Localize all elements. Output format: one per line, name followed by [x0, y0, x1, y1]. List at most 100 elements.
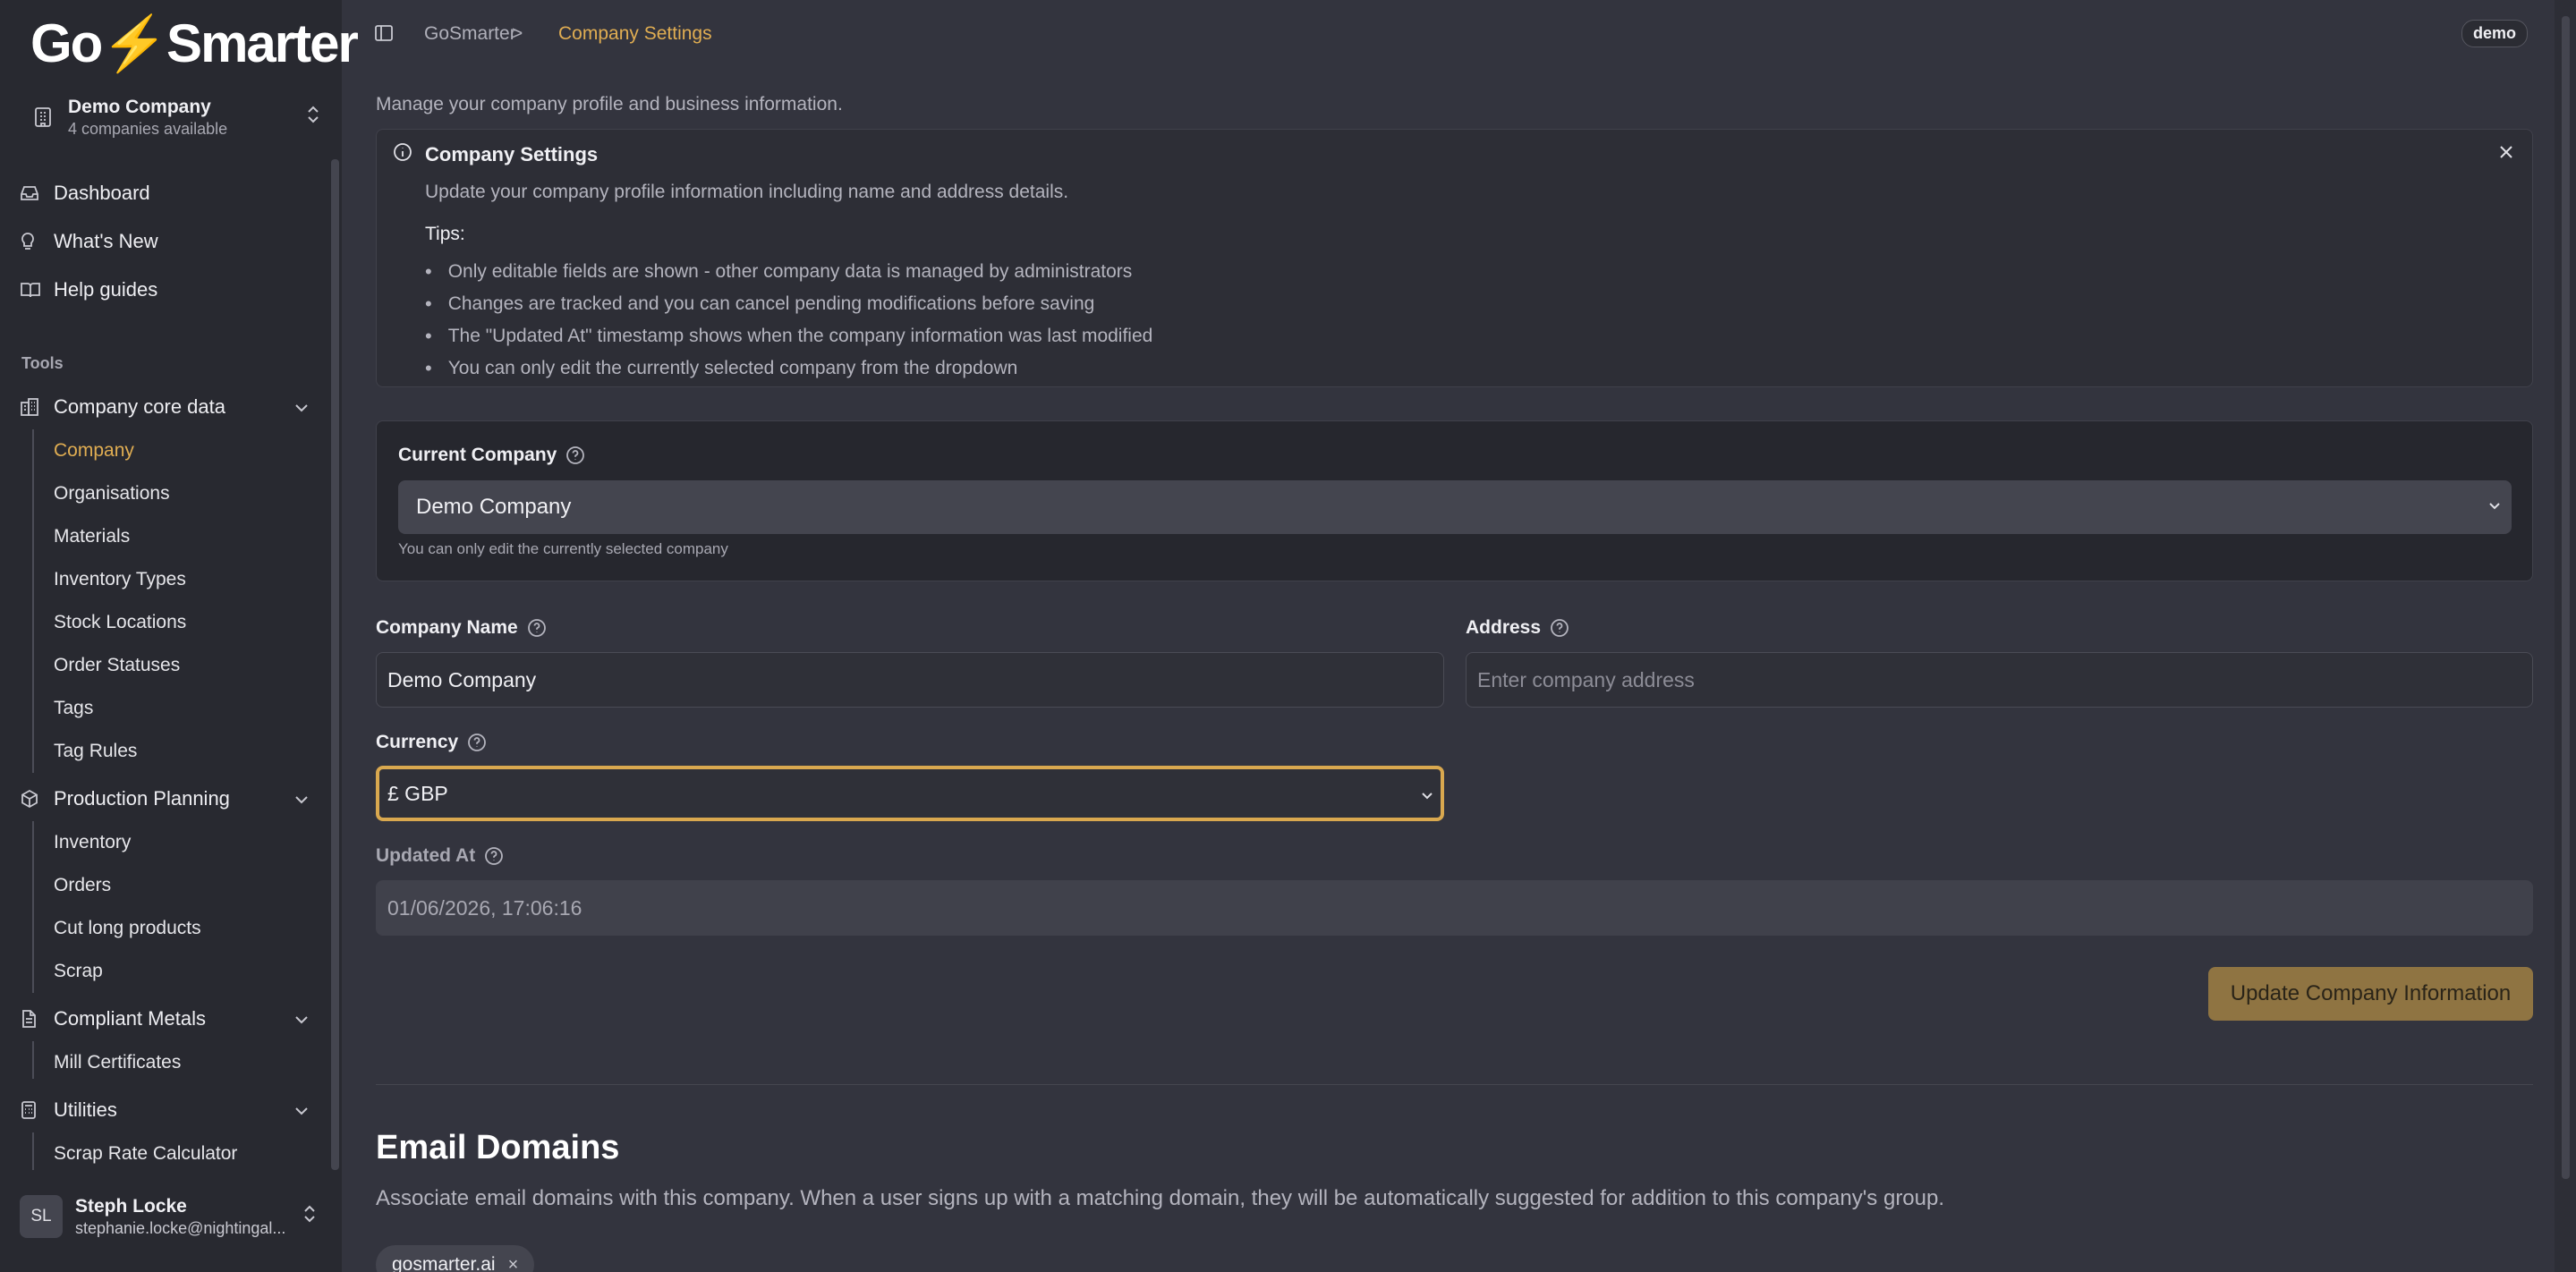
submenu-line [32, 821, 34, 993]
email-domains-title: Email Domains [376, 1129, 620, 1166]
submenu-line [32, 429, 34, 773]
chevron-down-icon [293, 395, 315, 419]
submenu-line [32, 1041, 34, 1079]
remove-domain-icon[interactable]: × [508, 1255, 519, 1272]
sidebar-item-label: Help guides [54, 278, 158, 301]
tips-list: Only editable fields are shown - other c… [425, 256, 1153, 385]
sidebar-item-tag-rules[interactable]: Tag Rules [54, 735, 137, 767]
sidebar-group-label: Compliant Metals [54, 1007, 206, 1030]
chevron-down-icon [293, 787, 315, 810]
building-icon [20, 397, 54, 417]
building-icon [18, 106, 68, 128]
current-company-select[interactable]: Demo Company [398, 480, 2512, 534]
sidebar-group-label: Company core data [54, 395, 225, 418]
company-switcher[interactable]: Demo Company 4 companies available [18, 89, 327, 145]
scrollbar-thumb[interactable] [2562, 16, 2570, 1179]
user-name: Steph Locke [75, 1195, 187, 1217]
help-circle-icon[interactable] [1550, 618, 1569, 638]
sidebar-item-dashboard[interactable]: Dashboard [20, 175, 150, 211]
sidebar-scrollbar[interactable] [331, 159, 339, 1170]
tip-item: Only editable fields are shown - other c… [425, 256, 1152, 288]
address-input[interactable]: Enter company address [1466, 652, 2533, 708]
gosmarter-logo[interactable]: Go⚡Smarter [30, 13, 359, 75]
tip-item: The "Updated At" timestamp shows when th… [425, 320, 1153, 352]
chevron-down-icon [1419, 786, 1435, 811]
tips-label: Tips: [425, 224, 465, 244]
email-domains-description: Associate email domains with this compan… [376, 1186, 1945, 1210]
info-panel-description: Update your company profile information … [425, 182, 1069, 202]
inbox-icon [20, 184, 54, 202]
help-circle-icon[interactable] [484, 846, 504, 866]
breadcrumb-current: Company Settings [558, 23, 712, 44]
sidebar-item-inventory-types[interactable]: Inventory Types [54, 564, 186, 596]
info-panel-title: Company Settings [425, 143, 599, 165]
sidebar-group-compliant-metals[interactable]: Compliant Metals [20, 1001, 315, 1037]
avatar: SL [20, 1195, 63, 1238]
sidebar-toggle-icon[interactable] [374, 23, 394, 48]
sidebar-item-help-guides[interactable]: Help guides [20, 272, 157, 308]
sidebar-item-tags[interactable]: Tags [54, 692, 93, 725]
breadcrumb-root[interactable]: GoSmarter [424, 23, 516, 45]
sidebar-item-scrap-rate-calculator[interactable]: Scrap Rate Calculator [54, 1138, 237, 1170]
environment-badge: demo [2461, 20, 2528, 47]
current-company-select-value: Demo Company [416, 495, 572, 519]
chevrons-up-down-icon [300, 104, 327, 131]
top-bar: GoSmarter > Company Settings demo [342, 0, 2576, 70]
currency-select[interactable]: £ GBP [376, 766, 1444, 821]
chevron-down-icon [2487, 496, 2503, 522]
chevron-down-icon [293, 1098, 315, 1122]
current-company-hint: You can only edit the currently selected… [398, 540, 728, 557]
help-circle-icon[interactable] [565, 445, 585, 465]
section-divider [376, 1084, 2533, 1085]
info-panel: Company Settings Update your company pro… [376, 129, 2533, 387]
sidebar-item-mill-certificates[interactable]: Mill Certificates [54, 1047, 181, 1079]
info-icon [393, 142, 412, 167]
sidebar-item-inventory[interactable]: Inventory [54, 827, 131, 859]
sidebar-item-label: What's New [54, 230, 158, 252]
sidebar-item-scrap[interactable]: Scrap [54, 955, 103, 988]
current-company-label-text: Current Company [398, 445, 557, 465]
package-icon [20, 789, 54, 809]
sidebar-item-materials[interactable]: Materials [54, 521, 130, 553]
sidebar-item-order-statuses[interactable]: Order Statuses [54, 649, 180, 682]
close-icon[interactable] [2496, 142, 2516, 167]
address-label: Address [1466, 617, 1569, 639]
breadcrumb-separator: > [512, 23, 523, 44]
book-open-icon [20, 281, 54, 299]
page-description: Manage your company profile and business… [376, 94, 843, 114]
sidebar-group-company-core-data[interactable]: Company core data [20, 389, 315, 425]
company-switcher-name: Demo Company [68, 96, 211, 117]
company-name-label-text: Company Name [376, 617, 518, 638]
user-menu[interactable]: SL Steph Locke stephanie.locke@nightinga… [20, 1190, 324, 1243]
current-company-label: Current Company [398, 445, 585, 466]
chevrons-up-down-icon [302, 1203, 324, 1230]
calculator-icon [20, 1100, 54, 1120]
sidebar: Go⚡Smarter Demo Company 4 companies avai… [0, 0, 359, 1272]
sidebar-item-whats-new[interactable]: What's New [20, 224, 158, 259]
sidebar-item-label: Dashboard [54, 182, 150, 204]
sidebar-group-label: Utilities [54, 1098, 117, 1121]
update-company-button[interactable]: Update Company Information [2208, 967, 2533, 1021]
sidebar-group-production-planning[interactable]: Production Planning [20, 781, 315, 817]
sidebar-item-stock-locations[interactable]: Stock Locations [54, 606, 186, 639]
sidebar-item-company[interactable]: Company [54, 435, 134, 467]
section-label-tools: Tools [21, 354, 64, 372]
sidebar-item-orders[interactable]: Orders [54, 869, 111, 902]
company-switcher-subtitle: 4 companies available [68, 119, 228, 138]
email-domain-chip-label: gosmarter.ai [392, 1254, 496, 1272]
company-name-label: Company Name [376, 617, 547, 639]
help-circle-icon[interactable] [467, 733, 487, 752]
address-label-text: Address [1466, 617, 1542, 638]
lightbulb-icon [20, 232, 54, 251]
currency-select-value: £ GBP [387, 781, 448, 805]
help-circle-icon[interactable] [527, 618, 547, 638]
submenu-line [32, 1132, 34, 1170]
page-scrollbar[interactable] [2555, 0, 2576, 1272]
user-email: stephanie.locke@nightingal... [75, 1218, 285, 1237]
email-domain-chip: gosmarter.ai × [376, 1245, 535, 1272]
updated-at-label: Updated At [376, 845, 504, 867]
sidebar-group-utilities[interactable]: Utilities [20, 1092, 315, 1128]
sidebar-item-organisations[interactable]: Organisations [54, 478, 170, 510]
sidebar-item-cut-long-products[interactable]: Cut long products [54, 912, 201, 945]
company-name-input[interactable]: Demo Company [376, 652, 1444, 708]
